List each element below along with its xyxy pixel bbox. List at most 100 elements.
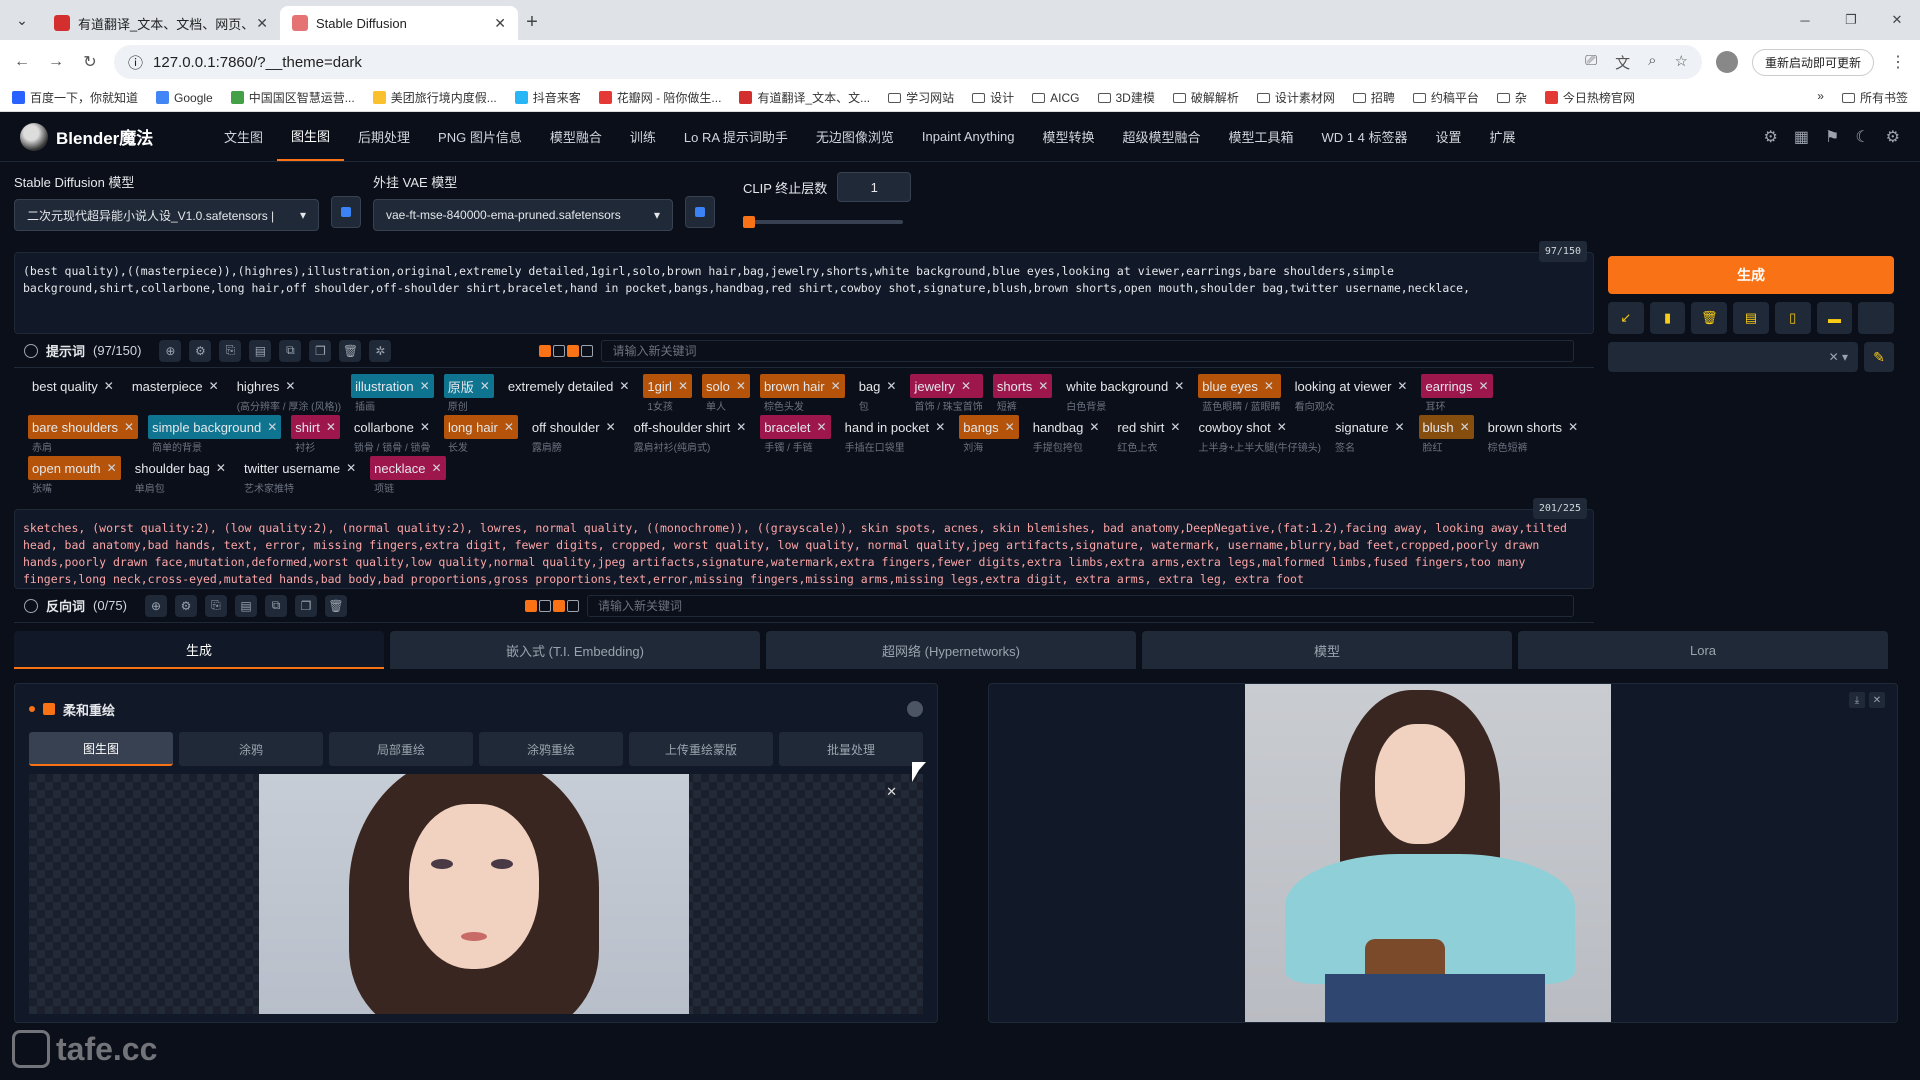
- tag-chip[interactable]: 1girl ✕: [643, 374, 693, 398]
- minimize-icon[interactable]: ─: [1782, 0, 1828, 40]
- bookmark-item[interactable]: 杂: [1496, 89, 1527, 106]
- settings-icon[interactable]: ⚙: [189, 339, 212, 362]
- bookmark-item[interactable]: 美团旅行境内度假...: [372, 89, 497, 106]
- tag-chip[interactable]: handbag ✕: [1029, 415, 1104, 439]
- network-tab-4[interactable]: Lora: [1518, 631, 1888, 669]
- dark-mode-icon[interactable]: ☾: [1855, 127, 1869, 147]
- trash-icon[interactable]: 🗑: [1691, 302, 1728, 334]
- remove-tag-icon[interactable]: ✕: [886, 379, 896, 393]
- img2img-subtab-4[interactable]: 上传重绘蒙版: [629, 732, 773, 766]
- bookmark-item[interactable]: 设计素材网: [1256, 89, 1335, 106]
- nav-tab-13[interactable]: 设置: [1421, 112, 1475, 161]
- more-menu-icon[interactable]: ⋮: [1888, 52, 1908, 72]
- arrow-icon[interactable]: ↙: [1608, 302, 1644, 334]
- paste-icon[interactable]: ▤: [249, 339, 272, 362]
- bookmark-item[interactable]: 破解解析: [1172, 89, 1239, 106]
- prompt-tag[interactable]: cowboy shot ✕ 上半身+上半大腿(牛仔镜头): [1190, 415, 1321, 455]
- remove-tag-icon[interactable]: ✕: [1460, 420, 1470, 434]
- remove-tag-icon[interactable]: ✕: [1005, 420, 1015, 434]
- prompt-tag[interactable]: extremely detailed ✕: [500, 374, 634, 411]
- remove-tag-icon[interactable]: ✕: [1038, 379, 1048, 393]
- collapse-toggle-icon[interactable]: [24, 343, 38, 358]
- read-params-icon[interactable]: ▮: [1649, 302, 1686, 334]
- prompt-tag[interactable]: off shoulder ✕ 露肩膀: [524, 415, 620, 455]
- prompt-tag[interactable]: brown hair ✕ 棕色头发: [756, 374, 845, 413]
- tag-chip[interactable]: hand in pocket ✕: [841, 415, 950, 439]
- translate-icon[interactable]: ⊕: [144, 594, 167, 617]
- img2img-subtab-1[interactable]: 涂鸦: [179, 732, 323, 766]
- prompt-tag[interactable]: shirt ✕ 衬衫: [287, 415, 340, 454]
- blank-tool-icon[interactable]: [1858, 302, 1895, 334]
- remove-tag-icon[interactable]: ✕: [736, 420, 746, 434]
- close-window-icon[interactable]: ✕: [1874, 0, 1920, 40]
- remove-tag-icon[interactable]: ✕: [1568, 420, 1578, 434]
- prompt-tag[interactable]: masterpiece ✕: [124, 374, 223, 411]
- bookmark-item[interactable]: 设计: [972, 89, 1014, 106]
- nav-tab-10[interactable]: 超级模型融合: [1108, 112, 1214, 161]
- nav-tab-2[interactable]: 后期处理: [344, 112, 424, 161]
- all-bookmarks-folder[interactable]: 所有书签: [1841, 89, 1908, 106]
- remove-tag-icon[interactable]: ✕: [420, 420, 430, 434]
- tag-chip[interactable]: shoulder bag ✕: [131, 456, 230, 480]
- prompt-tag[interactable]: blush ✕ 脸红: [1415, 415, 1474, 454]
- tag-chip[interactable]: open mouth ✕: [28, 456, 121, 480]
- tag-chip[interactable]: solo ✕: [702, 374, 750, 398]
- tag-chip[interactable]: bare shoulders ✕: [28, 415, 139, 439]
- tag-chip[interactable]: blush ✕: [1418, 415, 1474, 439]
- slider-thumb[interactable]: [743, 216, 755, 228]
- accordion-toggle-icon[interactable]: [907, 701, 923, 717]
- copy-icon[interactable]: ⎘: [204, 594, 227, 617]
- img2img-subtab-0[interactable]: 图生图: [29, 732, 173, 766]
- bookmark-item[interactable]: Google: [156, 91, 213, 105]
- translate-icon[interactable]: 文: [1615, 52, 1630, 73]
- tag-chip[interactable]: brown shorts ✕: [1484, 415, 1582, 439]
- remove-tag-icon[interactable]: ✕: [326, 420, 336, 434]
- prompt-tag[interactable]: bracelet ✕ 手镯 / 手链: [756, 415, 831, 454]
- folder-icon[interactable]: ▬: [1816, 302, 1853, 334]
- clear-image-icon[interactable]: ✕: [886, 784, 897, 800]
- tag-chip[interactable]: bangs ✕: [959, 415, 1019, 439]
- translate-icon[interactable]: ⊕: [159, 339, 182, 362]
- nav-tab-0[interactable]: 文生图: [210, 112, 277, 161]
- prompt-tag[interactable]: hand in pocket ✕ 手插在口袋里: [837, 415, 950, 455]
- zoom-icon[interactable]: ⌕: [1648, 52, 1656, 73]
- negative-prompt-textarea[interactable]: 201/225 sketches, (worst quality:2), (lo…: [14, 498, 1594, 589]
- network-tab-3[interactable]: 模型: [1142, 631, 1512, 669]
- option-checkbox[interactable]: [566, 599, 579, 612]
- nav-tab-6[interactable]: Lo RA 提示词助手: [670, 112, 802, 161]
- nav-tab-12[interactable]: WD 1 4 标签器: [1308, 112, 1422, 161]
- prompt-tag[interactable]: bare shoulders ✕ 赤肩: [24, 415, 139, 454]
- profile-avatar[interactable]: [1715, 51, 1738, 73]
- tag-chip[interactable]: extremely detailed ✕: [504, 374, 634, 398]
- prompt-tag[interactable]: shorts ✕ 短裤: [989, 374, 1053, 413]
- remove-tag-icon[interactable]: ✕: [267, 420, 277, 434]
- tag-chip[interactable]: earrings ✕: [1421, 374, 1493, 398]
- prompt-tag[interactable]: twitter username ✕ 艺术家推特: [236, 456, 360, 496]
- site-info-icon[interactable]: ⓘ: [128, 52, 143, 73]
- tag-chip[interactable]: collarbone ✕: [350, 415, 434, 439]
- tag-chip[interactable]: shorts ✕: [992, 374, 1053, 398]
- prompt-tag[interactable]: off-shoulder shirt ✕ 露肩衬衫(纯肩式): [626, 415, 751, 455]
- remove-tag-icon[interactable]: ✕: [1478, 379, 1488, 393]
- tag-chip[interactable]: off-shoulder shirt ✕: [630, 415, 751, 439]
- img2img-subtab-5[interactable]: 批量处理: [779, 732, 923, 766]
- tag-chip[interactable]: masterpiece ✕: [128, 374, 223, 398]
- sd-model-select[interactable]: 二次元现代超异能小说人设_V1.0.safetensors | ▾: [14, 199, 319, 231]
- img2img-subtab-2[interactable]: 局部重绘: [329, 732, 473, 766]
- remove-tag-icon[interactable]: ✕: [285, 379, 295, 393]
- trash-icon[interactable]: 🗑: [324, 594, 347, 617]
- paste-icon[interactable]: ▤: [234, 594, 257, 617]
- bookmark-item[interactable]: 百度一下，你就知道: [12, 89, 138, 106]
- history-icon[interactable]: ⧉: [279, 339, 302, 362]
- remove-tag-icon[interactable]: ✕: [831, 379, 841, 393]
- nav-tab-5[interactable]: 训练: [616, 112, 670, 161]
- new-tab-button[interactable]: +: [518, 11, 546, 34]
- tag-chip[interactable]: looking at viewer ✕: [1291, 374, 1412, 398]
- grid-icon[interactable]: ▦: [1794, 127, 1809, 147]
- bookmark-item[interactable]: 学习网站: [888, 89, 954, 106]
- option-checkbox[interactable]: [567, 344, 580, 357]
- network-tab-1[interactable]: 嵌入式 (T.I. Embedding): [390, 631, 760, 669]
- close-tab-icon[interactable]: ✕: [494, 15, 506, 32]
- tag-chip[interactable]: signature ✕: [1331, 415, 1409, 439]
- restore-icon[interactable]: ❐: [1828, 0, 1874, 40]
